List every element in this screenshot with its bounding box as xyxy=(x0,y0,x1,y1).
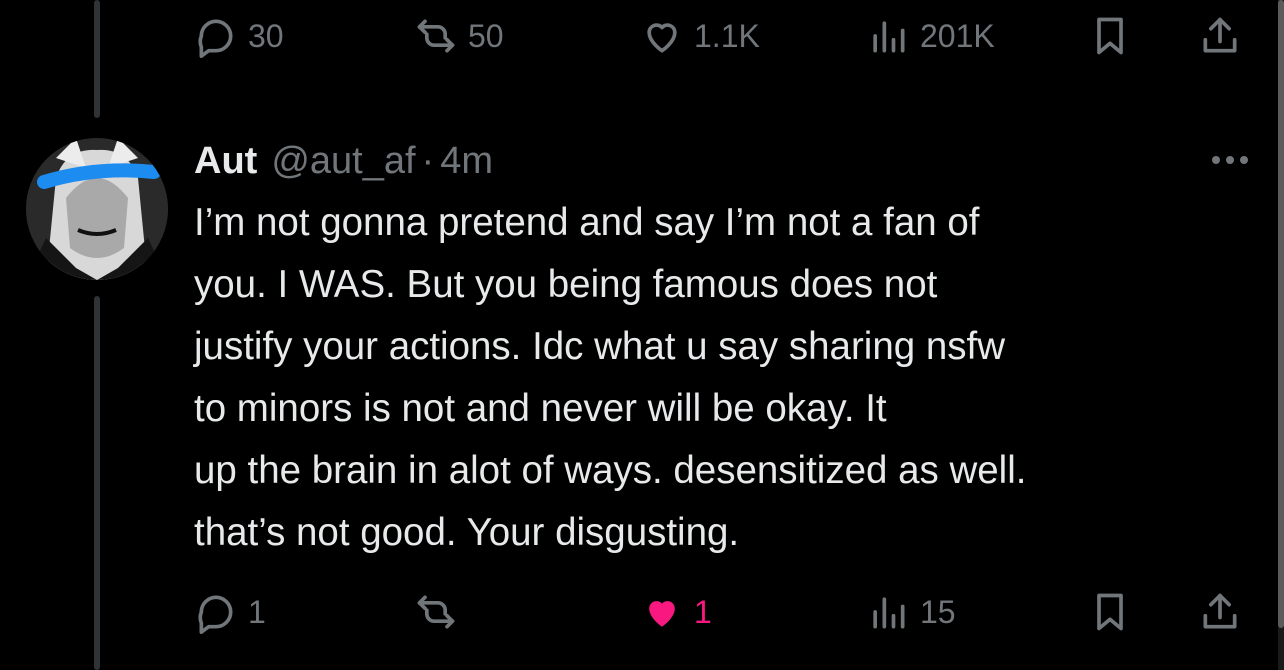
reply-icon xyxy=(198,19,233,58)
tweet-text-line: I’m not gonna pretend and say I’m not a … xyxy=(194,201,980,244)
bookmark-icon xyxy=(1097,593,1123,631)
like-button[interactable]: 1.1K xyxy=(640,8,760,64)
like-button[interactable]: 1 xyxy=(640,584,712,640)
bookmark-icon xyxy=(1097,17,1123,55)
like-count: 1 xyxy=(694,593,712,630)
more-options-button[interactable] xyxy=(1208,146,1252,174)
tweet-text-line: justify your actions. Idc what u say sha… xyxy=(194,325,1006,368)
reply-button[interactable]: 1 xyxy=(194,584,266,640)
retweet-icon xyxy=(417,595,455,629)
reply-icon xyxy=(198,595,233,634)
share-button[interactable] xyxy=(1198,8,1242,64)
timestamp[interactable]: 4m xyxy=(440,140,493,183)
tweet-actions: 1 1 15 xyxy=(194,584,1254,640)
views-icon xyxy=(873,597,905,629)
reply-count: 1 xyxy=(248,593,266,630)
reply-button[interactable]: 30 xyxy=(194,8,284,64)
avatar-image xyxy=(26,138,168,280)
bookmark-button[interactable] xyxy=(1088,584,1132,640)
parent-tweet-actions: 30 50 1.1K 201K xyxy=(194,8,1254,64)
view-count: 15 xyxy=(920,593,956,630)
separator-dot: · xyxy=(421,139,435,182)
more-icon xyxy=(1212,156,1220,164)
thread-line-top xyxy=(94,0,100,118)
share-icon xyxy=(1203,17,1237,53)
scrollbar-thumb[interactable] xyxy=(1278,0,1284,628)
retweet-button[interactable] xyxy=(414,584,468,640)
tweet-text-line: you. I WAS. But you being famous does no… xyxy=(194,263,938,306)
views-icon xyxy=(873,21,905,53)
reply-count: 30 xyxy=(248,17,284,54)
retweet-button[interactable]: 50 xyxy=(414,8,504,64)
tweet-text-line: to minors is not and never will be okay.… xyxy=(194,387,887,430)
thread-line-bottom xyxy=(94,296,100,670)
share-icon xyxy=(1203,593,1237,629)
views-button[interactable]: 15 xyxy=(866,584,956,640)
heart-icon xyxy=(647,23,677,53)
tweet-text: I’m not gonna pretend and say I’m not a … xyxy=(194,192,1254,564)
like-count: 1.1K xyxy=(694,17,760,54)
views-button[interactable]: 201K xyxy=(866,8,995,64)
retweet-icon xyxy=(417,19,455,53)
retweet-count: 50 xyxy=(468,17,504,54)
tweet-text-line: that’s not good. Your disgusting. xyxy=(194,511,740,554)
bookmark-button[interactable] xyxy=(1088,8,1132,64)
scrollbar[interactable] xyxy=(1278,0,1284,670)
tweet-text-line: up the brain in alot of ways. desensitiz… xyxy=(194,449,1027,492)
user-handle[interactable]: @aut_af xyxy=(271,140,415,183)
display-name[interactable]: Aut xyxy=(194,140,257,183)
avatar[interactable] xyxy=(26,138,168,280)
heart-icon xyxy=(649,601,675,627)
view-count: 201K xyxy=(920,17,995,54)
tweet-header: Aut @aut_af · 4m xyxy=(194,133,493,189)
share-button[interactable] xyxy=(1198,584,1242,640)
